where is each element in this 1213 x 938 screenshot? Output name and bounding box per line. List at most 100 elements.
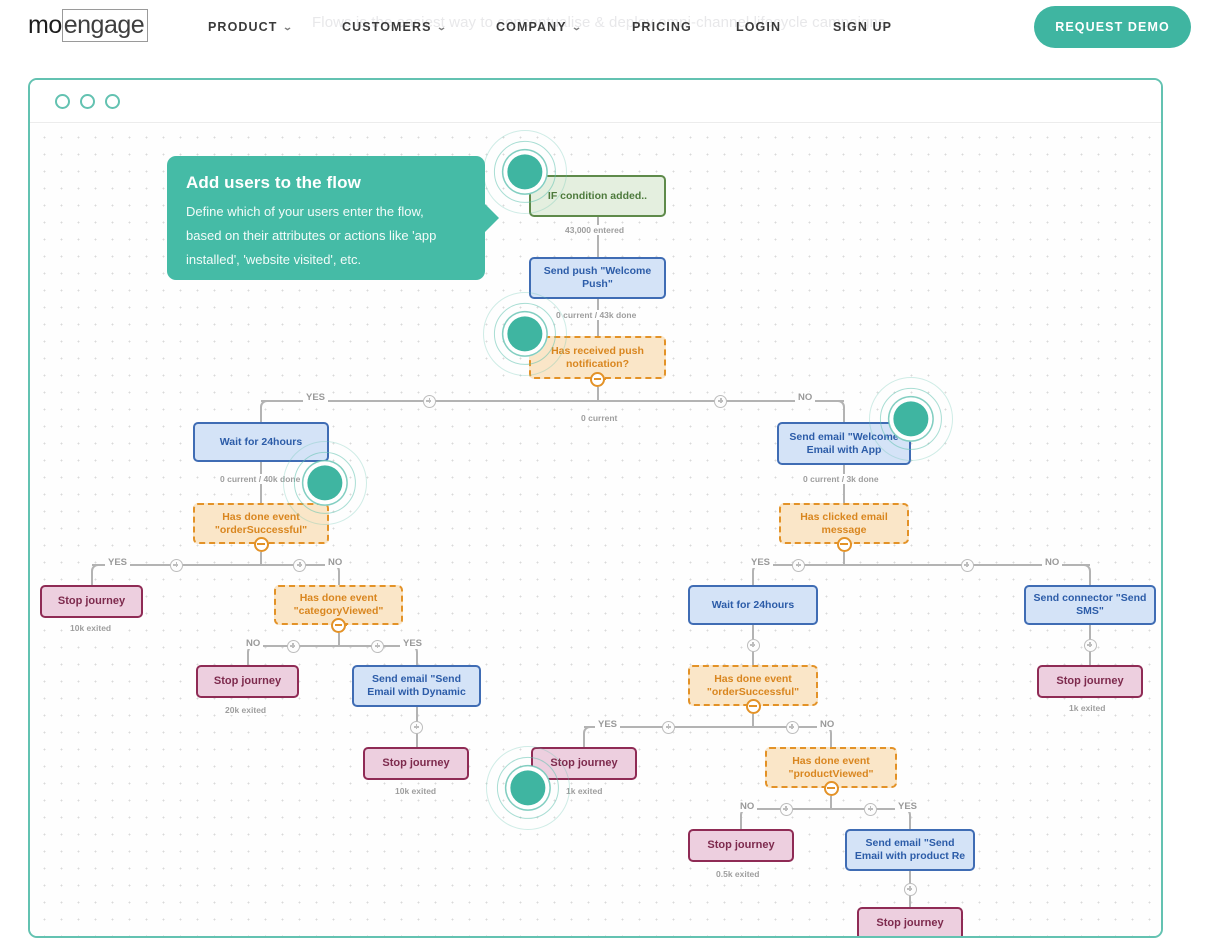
- add-step-button[interactable]: [714, 394, 728, 408]
- add-step-button[interactable]: [286, 639, 300, 653]
- nav-item-signup[interactable]: SIGN UP: [833, 20, 892, 34]
- flow-node-label: Has done event "orderSuccessful": [214, 510, 308, 536]
- nav-item-label: CUSTOMERS: [342, 20, 432, 34]
- branch-split-handle[interactable]: [745, 698, 761, 714]
- window-dot-maximize-icon[interactable]: [105, 94, 120, 109]
- flow-stat-label: 0 current: [578, 413, 621, 423]
- flow-node-n21[interactable]: Stop journey: [857, 907, 963, 936]
- flow-branch-label: YES: [400, 638, 426, 649]
- add-step-button[interactable]: [779, 802, 793, 816]
- flow-edge-vertical: [260, 408, 262, 422]
- flow-node-label: Has received push notification?: [551, 344, 644, 370]
- add-step-button[interactable]: [422, 394, 436, 408]
- flow-node-label: Stop journey: [213, 674, 282, 687]
- flow-node-n8[interactable]: Stop journey: [196, 665, 299, 698]
- flow-branch-label: NO: [795, 392, 816, 403]
- flow-node-label: IF condition added..: [547, 189, 648, 202]
- flow-branch-label: YES: [595, 719, 621, 730]
- flow-node-label: Stop journey: [1056, 674, 1124, 687]
- branch-split-handle[interactable]: [823, 780, 839, 796]
- add-step-button[interactable]: [785, 720, 799, 734]
- nav-item-company[interactable]: COMPANY ⌄: [496, 20, 584, 34]
- logo-boxed-part: engage: [61, 9, 149, 42]
- flow-stat-label: 10k exited: [67, 623, 115, 633]
- flow-node-label: Send email "Send Email with Dynamic: [367, 673, 466, 698]
- callout-body: Define which of your users enter the flo…: [186, 204, 437, 268]
- flow-node-label: Stop journey: [876, 916, 944, 929]
- flow-node-label: Stop journey: [382, 756, 450, 769]
- flow-node-n19[interactable]: Stop journey: [688, 829, 794, 862]
- flow-branch-label: YES: [895, 801, 921, 812]
- flow-stat-label: 1k exited: [563, 786, 606, 796]
- chevron-down-icon: ⌄: [570, 22, 584, 32]
- flow-node-label: Send push "Welcome Push": [543, 265, 652, 290]
- nav-item-label: PRODUCT: [208, 20, 278, 34]
- add-step-button[interactable]: [864, 802, 877, 816]
- request-demo-button[interactable]: REQUEST DEMO: [1034, 6, 1191, 48]
- callout-arrow-icon: [484, 203, 499, 233]
- flow-edge-vertical: [843, 465, 845, 503]
- branch-split-handle[interactable]: [331, 617, 347, 633]
- flow-node-n15[interactable]: Stop journey: [1037, 665, 1143, 698]
- flow-stat-label: 1k exited: [1066, 703, 1109, 713]
- nav-item-login[interactable]: LOGIN: [736, 20, 781, 34]
- branch-split-handle[interactable]: [836, 536, 852, 552]
- flow-stat-label: 0 current / 43k done: [553, 310, 640, 320]
- flow-stat-label: 0.5k exited: [713, 869, 763, 879]
- flow-node-n20[interactable]: Send email "Send Email with product Re: [845, 829, 975, 871]
- flow-node-n2[interactable]: Send push "Welcome Push": [529, 257, 666, 299]
- flow-node-label: Wait for 24hours: [219, 435, 303, 448]
- nav-item-label: COMPANY: [496, 20, 567, 34]
- flow-node-n13[interactable]: Wait for 24hours: [688, 585, 818, 625]
- flow-edge-vertical: [415, 653, 418, 665]
- nav-item-product[interactable]: PRODUCT ⌄: [208, 20, 292, 34]
- flow-edge-vertical: [909, 816, 911, 829]
- add-step-button[interactable]: [371, 639, 384, 653]
- flow-branch-label: NO: [325, 557, 346, 568]
- window-dot-minimize-icon[interactable]: [80, 94, 95, 109]
- flow-stat-label: 0 current / 3k done: [800, 474, 882, 484]
- flow-edge-vertical: [90, 572, 93, 585]
- nav-item-pricing[interactable]: PRICING: [632, 20, 692, 34]
- flow-node-label: Has clicked email message: [800, 510, 888, 536]
- chevron-down-icon: ⌄: [281, 22, 294, 32]
- flow-stat-label: 0 current / 40k done: [217, 474, 304, 484]
- flow-node-n6[interactable]: Stop journey: [40, 585, 143, 618]
- flow-node-n10[interactable]: Stop journey: [363, 747, 469, 780]
- flow-node-n17[interactable]: Stop journey: [531, 747, 637, 780]
- branch-split-handle[interactable]: [253, 536, 269, 552]
- flow-node-label: Send email "Welcome Email with App: [789, 430, 899, 456]
- pulse-core-dot: [307, 465, 343, 501]
- window-dot-close-icon[interactable]: [55, 94, 70, 109]
- callout-title: Add users to the flow: [186, 173, 361, 192]
- flow-edge-vertical: [1089, 572, 1091, 585]
- flow-branch-label: NO: [243, 638, 264, 649]
- add-step-button[interactable]: [746, 638, 760, 652]
- add-step-button[interactable]: [1083, 638, 1097, 652]
- flow-stat-label: 10k exited: [392, 786, 440, 796]
- flow-node-label: Stop journey: [707, 838, 775, 851]
- add-step-button[interactable]: [169, 558, 183, 572]
- flow-node-n14[interactable]: Send connector "Send SMS": [1024, 585, 1156, 625]
- nav-item-customers[interactable]: CUSTOMERS ⌄: [342, 20, 446, 34]
- branch-split-handle[interactable]: [590, 371, 606, 387]
- moengage-logo[interactable]: moengage: [28, 9, 149, 42]
- pulse-ring-inner: [302, 460, 348, 506]
- add-step-button[interactable]: [293, 558, 307, 572]
- add-step-button[interactable]: [410, 720, 423, 734]
- add-step-button[interactable]: [662, 720, 675, 734]
- flow-node-label: Send connector "Send SMS": [1033, 592, 1147, 617]
- flow-edge-vertical: [830, 734, 832, 747]
- flow-node-n9[interactable]: Send email "Send Email with Dynamic: [352, 665, 481, 707]
- flow-node-n4[interactable]: Wait for 24hours: [193, 422, 329, 462]
- add-step-button[interactable]: [960, 558, 974, 572]
- flow-node-label: Wait for 24hours: [711, 598, 795, 611]
- flow-node-n11[interactable]: Send email "Welcome Email with App: [777, 422, 911, 465]
- flow-node-label: Has done event "categoryViewed": [293, 592, 384, 617]
- flow-branch-label: YES: [748, 557, 774, 568]
- add-step-button[interactable]: [903, 882, 917, 896]
- flow-edge-vertical: [740, 816, 742, 829]
- site-header: Flows is the easiest way to conceptualis…: [0, 0, 1213, 55]
- add-step-button[interactable]: [792, 558, 805, 572]
- flow-node-n1[interactable]: IF condition added..: [529, 175, 666, 217]
